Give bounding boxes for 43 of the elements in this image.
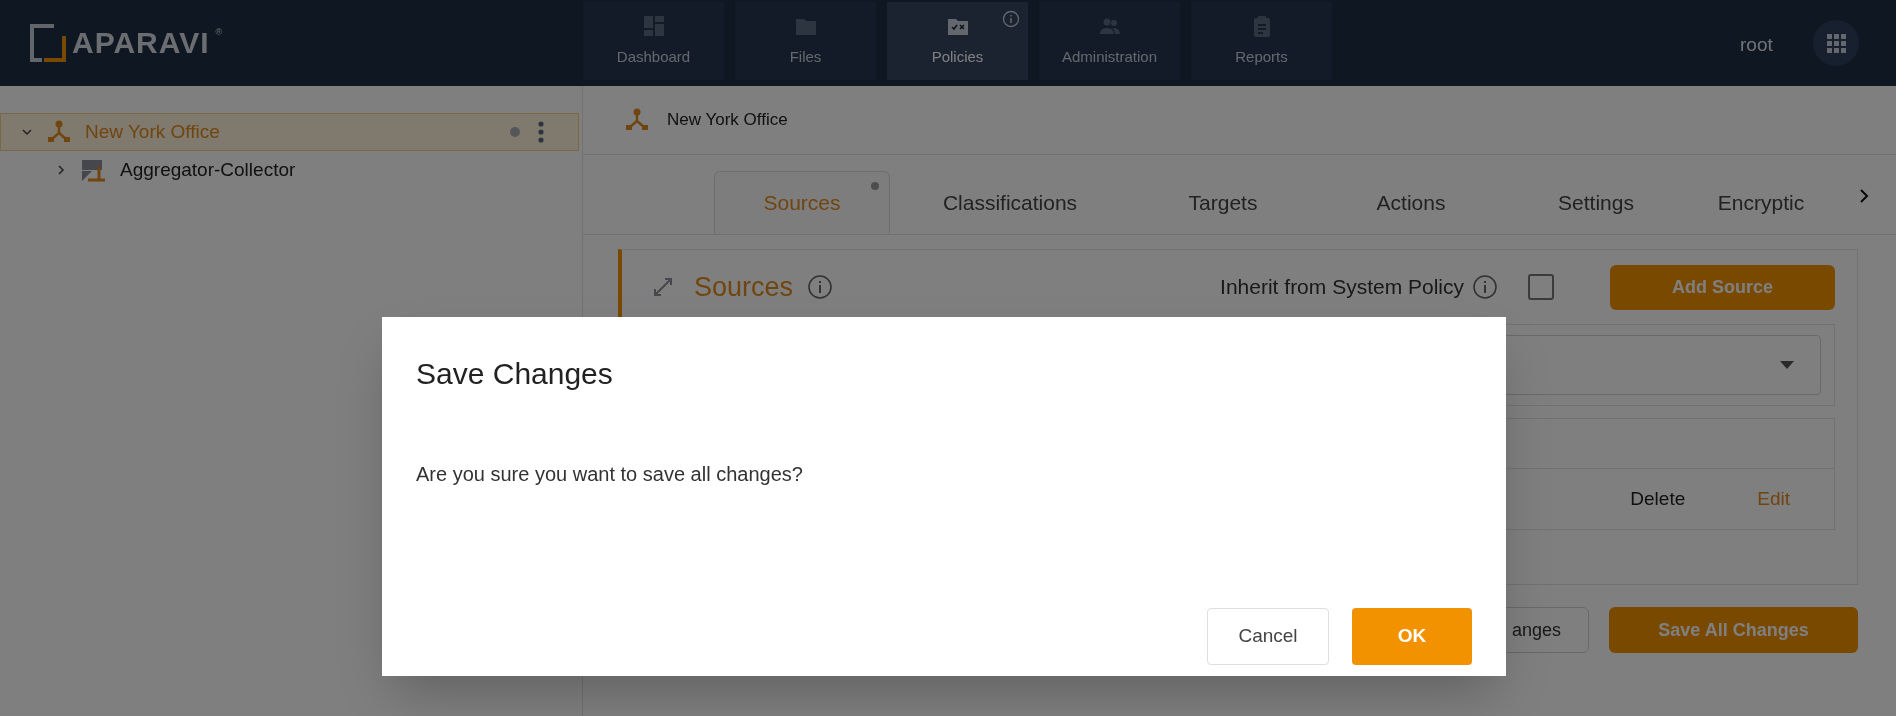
chevron-right-icon (1859, 189, 1869, 203)
server-icon (81, 158, 106, 182)
nav-tab[interactable]: Files (735, 2, 876, 80)
registered-mark: ® (215, 26, 223, 39)
dialog-title: Save Changes (416, 356, 613, 392)
dialog-message: Are you sure you want to save all changes? (416, 462, 803, 487)
tab[interactable]: Encryptic (1686, 171, 1836, 234)
breadcrumb[interactable]: New York Office (667, 107, 788, 133)
expand-arrows-icon (652, 276, 674, 298)
tree-label[interactable]: Aggregator-Collector (120, 155, 296, 185)
tree-label[interactable]: New York Office (85, 117, 220, 147)
nav-tab[interactable]: Policies (887, 2, 1028, 80)
info-icon (807, 274, 834, 300)
grid-icon (1826, 33, 1846, 53)
user-name: root (1740, 33, 1773, 57)
nav-tab[interactable]: Dashboard (583, 2, 724, 80)
dialog-button[interactable]: Cancel (1207, 608, 1329, 665)
tab[interactable]: Classifications (890, 171, 1130, 234)
dropdown-caret-icon (1780, 361, 1794, 369)
row-action-link[interactable]: Delete (1630, 484, 1686, 514)
dialog-button[interactable]: OK (1352, 608, 1472, 665)
footer-button[interactable]: Save All Changes (1609, 607, 1858, 653)
dashboard-icon (641, 13, 666, 38)
panel-title: Sources (694, 270, 794, 304)
nav-tab[interactable]: Administration (1039, 2, 1180, 80)
tab[interactable]: Settings (1506, 171, 1686, 234)
nav-tab[interactable]: Reports (1191, 2, 1332, 80)
logo-text: APARAVI (72, 25, 210, 61)
network-icon (47, 120, 71, 144)
tab[interactable]: Targets (1130, 171, 1316, 234)
info-icon (1472, 274, 1498, 300)
apps-menu-button[interactable] (1813, 20, 1859, 66)
inherit-checkbox[interactable] (1528, 274, 1554, 300)
selected-tree-row[interactable]: New York Office (0, 113, 579, 151)
tab[interactable]: Sources (714, 171, 890, 234)
add-source-button[interactable]: Add Source (1610, 264, 1835, 310)
more-icon (538, 121, 544, 143)
network-icon (625, 108, 649, 132)
inherit-label: Inherit from System Policy (1220, 274, 1464, 301)
status-dot-icon (510, 127, 520, 137)
row-action-link[interactable]: Edit (1757, 484, 1790, 514)
logo-icon (30, 23, 66, 62)
tab[interactable]: Actions (1316, 171, 1506, 234)
